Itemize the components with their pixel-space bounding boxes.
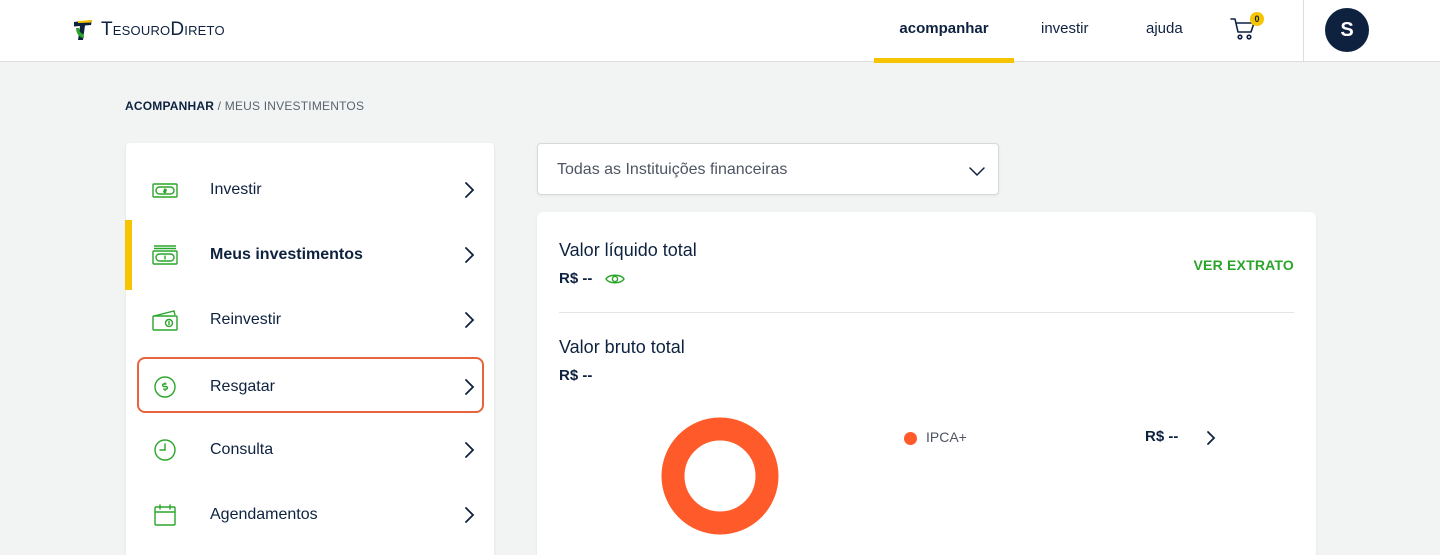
side-menu: Investir Meus investimentos Reinvestir R… bbox=[125, 143, 494, 555]
menu-item-label: Resgatar bbox=[210, 378, 275, 395]
valor-bruto-value: R$ -- bbox=[559, 367, 593, 384]
breadcrumb-current: MEUS INVESTIMENTOS bbox=[224, 99, 365, 113]
institution-select[interactable]: Todas as Instituições financeiras bbox=[537, 143, 999, 195]
menu-item-investir[interactable]: Investir bbox=[126, 162, 494, 218]
investment-summary-card: Valor líquido total R$ -- VER EXTRATO Va… bbox=[537, 212, 1316, 555]
donut-slice-ipca- bbox=[661, 417, 779, 535]
top-navigation-bar: TesouroDireto acompanhar investir ajuda … bbox=[0, 0, 1440, 63]
cash-stack-icon bbox=[152, 245, 178, 265]
clock-icon bbox=[154, 439, 176, 461]
chevron-right-icon bbox=[465, 312, 475, 328]
breadcrumb: ACOMPANHAR / MEUS INVESTIMENTOS bbox=[125, 99, 364, 113]
chevron-right-icon bbox=[465, 247, 475, 263]
menu-item-resgatar[interactable]: Resgatar bbox=[137, 357, 484, 413]
legend-color-dot bbox=[904, 432, 917, 445]
menu-item-label: Consulta bbox=[210, 441, 274, 458]
menu-item-meus-investimentos[interactable]: Meus investimentos bbox=[125, 220, 494, 290]
chevron-down-icon bbox=[969, 167, 985, 177]
nav-ajuda[interactable]: ajuda bbox=[1146, 0, 1183, 62]
breadcrumb-acompanhar[interactable]: ACOMPANHAR bbox=[125, 99, 214, 113]
cart-button[interactable]: 0 bbox=[1229, 12, 1264, 46]
valor-liquido-value: R$ -- bbox=[559, 270, 593, 287]
chevron-right-icon bbox=[465, 379, 475, 395]
calendar-icon bbox=[154, 504, 176, 526]
menu-item-label: Investir bbox=[210, 181, 262, 198]
legend-value: R$ -- bbox=[1145, 428, 1179, 445]
menu-item-reinvestir[interactable]: Reinvestir bbox=[126, 292, 494, 348]
menu-item-label: Meus investimentos bbox=[210, 246, 363, 263]
nav-investir[interactable]: investir bbox=[1041, 0, 1089, 62]
nav-acompanhar[interactable]: acompanhar bbox=[874, 0, 1014, 63]
valor-liquido-title: Valor líquido total bbox=[559, 240, 697, 260]
tesouro-logo-icon bbox=[74, 20, 92, 40]
chevron-right-icon bbox=[465, 442, 475, 458]
header-divider bbox=[1303, 0, 1304, 62]
cash-icon bbox=[152, 183, 178, 198]
cart-count-badge: 0 bbox=[1250, 12, 1264, 26]
legend-name: IPCA+ bbox=[926, 429, 967, 445]
legend-row[interactable]: IPCA+ R$ -- bbox=[904, 427, 1224, 449]
logo-wordmark: TesouroDireto bbox=[101, 19, 225, 40]
institution-select-value: Todas as Instituições financeiras bbox=[557, 161, 788, 178]
user-avatar[interactable]: S bbox=[1325, 8, 1369, 52]
coin-dollar-icon bbox=[154, 376, 176, 398]
valor-bruto-title: Valor bruto total bbox=[559, 337, 685, 357]
ver-extrato-link[interactable]: VER EXTRATO bbox=[1194, 257, 1294, 273]
allocation-donut-chart bbox=[661, 417, 779, 535]
menu-item-label: Reinvestir bbox=[210, 311, 282, 328]
eye-icon[interactable] bbox=[605, 271, 625, 287]
cash-return-icon bbox=[152, 310, 178, 331]
menu-item-agendamentos[interactable]: Agendamentos bbox=[126, 487, 494, 543]
menu-item-label: Agendamentos bbox=[210, 506, 318, 523]
chevron-right-icon bbox=[465, 507, 475, 523]
tesouro-direto-logo[interactable]: TesouroDireto bbox=[72, 16, 225, 44]
breadcrumb-separator: / bbox=[217, 99, 222, 113]
menu-item-consulta[interactable]: Consulta bbox=[126, 422, 494, 478]
chevron-right-icon bbox=[465, 182, 475, 198]
chevron-right-icon[interactable] bbox=[1203, 430, 1219, 446]
card-divider bbox=[559, 312, 1294, 313]
